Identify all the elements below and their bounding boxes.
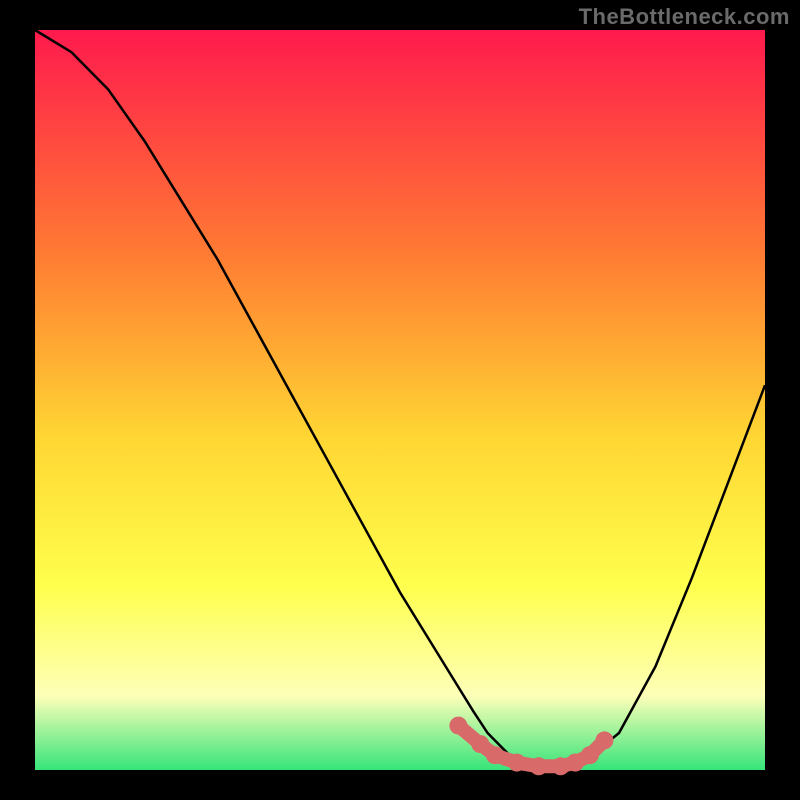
optimal-range-dot — [530, 757, 548, 775]
optimal-range-dot — [581, 746, 599, 764]
optimal-range-dot — [595, 731, 613, 749]
optimal-range-dot — [486, 746, 504, 764]
optimal-range-dot — [449, 717, 467, 735]
bottleneck-chart — [0, 0, 800, 800]
optimal-range-dot — [471, 735, 489, 753]
optimal-range-dot — [508, 754, 526, 772]
chart-root: TheBottleneck.com — [0, 0, 800, 800]
watermark-text: TheBottleneck.com — [579, 4, 790, 30]
